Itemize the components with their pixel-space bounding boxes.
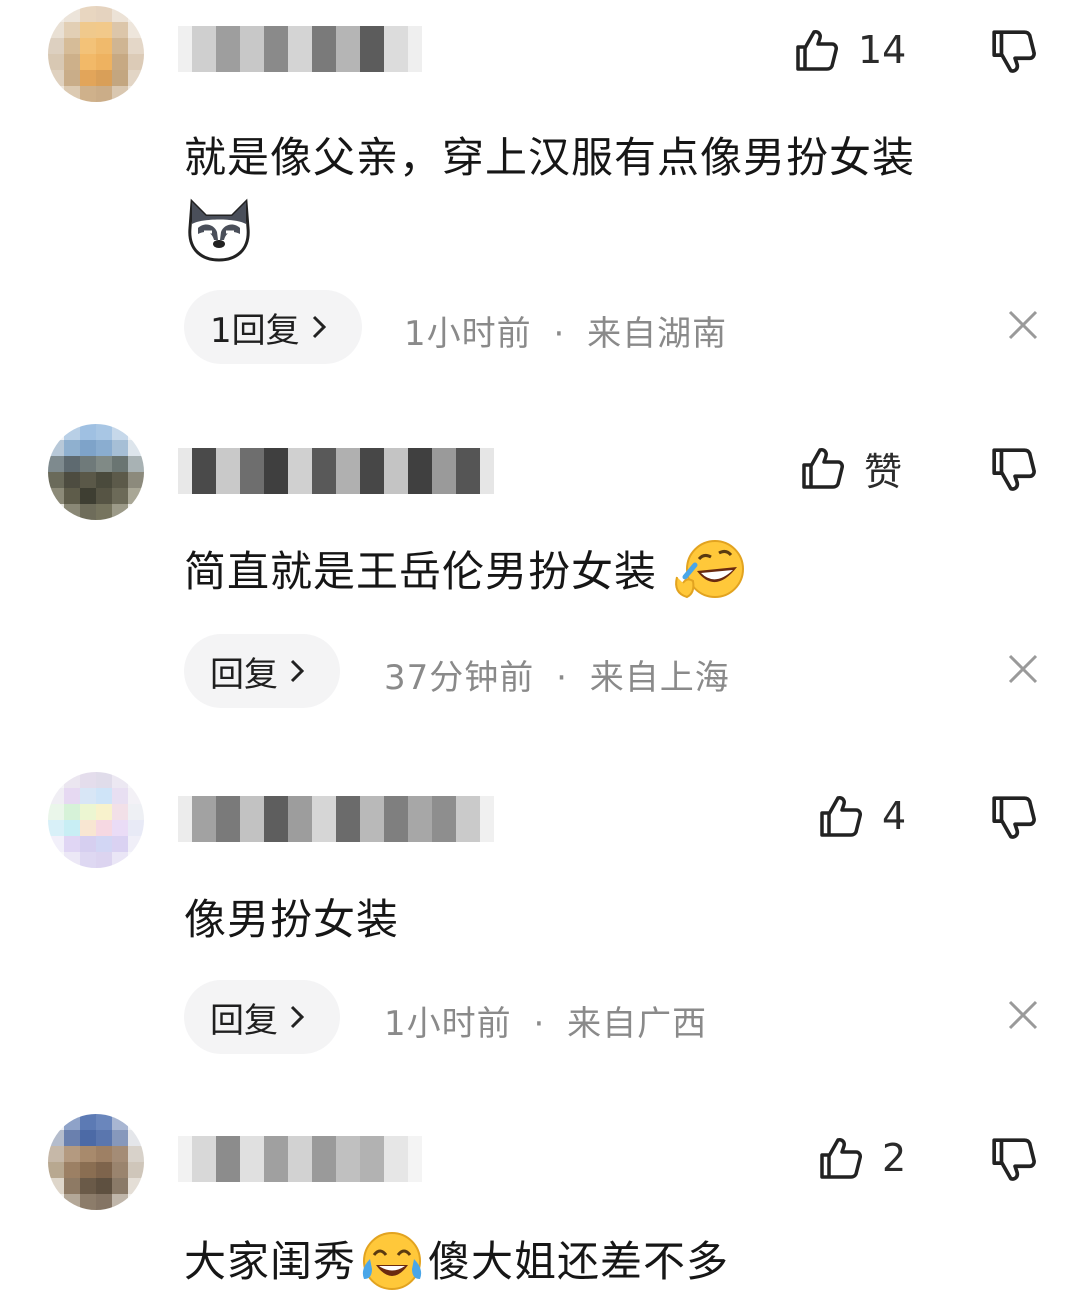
location: 来自湖南 — [587, 314, 728, 354]
comment-meta: 1小时前 · 来自广西 — [384, 996, 707, 1045]
reply-label: 回复 — [210, 1000, 278, 1041]
thumbs-up-icon — [820, 796, 862, 837]
close-icon[interactable] — [1006, 308, 1040, 342]
location: 来自上海 — [589, 658, 730, 698]
username-blurred[interactable] — [178, 448, 494, 494]
thumbs-up-icon — [796, 30, 838, 71]
comment-meta: 1小时前 · 来自湖南 — [404, 306, 727, 355]
thumbs-down-icon[interactable] — [990, 446, 1038, 494]
rofl-emoji — [675, 539, 745, 598]
timestamp: 37分钟前 — [384, 658, 535, 698]
thumbs-down-icon[interactable] — [990, 28, 1038, 76]
thumbs-down-icon[interactable] — [990, 1136, 1038, 1184]
like-label: 赞 — [864, 449, 903, 494]
like-button[interactable]: 14 — [794, 24, 906, 76]
reply-label: 回复 — [210, 654, 278, 695]
timestamp: 1小时前 — [404, 314, 532, 354]
separator: · — [533, 1004, 546, 1044]
avatar[interactable] — [48, 772, 144, 868]
separator: · — [553, 314, 566, 354]
like-count: 14 — [858, 28, 907, 72]
comment-text: 大家闺秀 傻大姐还差不多 — [184, 1228, 1044, 1296]
comment-text: 就是像父亲，穿上汉服有点像男扮女装 — [184, 124, 1044, 264]
like-count: 2 — [882, 1136, 907, 1180]
like-button[interactable]: 2 — [818, 1132, 906, 1184]
comment-text-content: 简直就是王岳伦男扮女装 — [184, 547, 658, 596]
username-blurred[interactable] — [178, 1136, 422, 1182]
timestamp: 1小时前 — [384, 1004, 512, 1044]
reply-button[interactable]: 1回复 — [184, 290, 362, 364]
comment-text: 像男扮女装 — [184, 886, 1044, 954]
tears-of-joy-emoji — [362, 1231, 422, 1290]
chevron-right-icon — [290, 659, 304, 683]
username-blurred[interactable] — [178, 796, 494, 842]
thumbs-up-icon — [802, 448, 844, 489]
reply-button[interactable]: 回复 — [184, 980, 340, 1054]
avatar[interactable] — [48, 6, 144, 102]
close-icon[interactable] — [1006, 998, 1040, 1032]
chevron-right-icon — [290, 1005, 304, 1029]
comment-text-after: 傻大姐还差不多 — [428, 1237, 730, 1286]
comment-text-before: 大家闺秀 — [184, 1237, 357, 1286]
reply-label: 1回复 — [210, 310, 300, 351]
close-icon[interactable] — [1006, 652, 1040, 686]
chevron-right-icon — [312, 315, 326, 339]
thumbs-up-icon — [820, 1138, 862, 1179]
reply-button[interactable]: 回复 — [184, 634, 340, 708]
avatar[interactable] — [48, 424, 144, 520]
comment-text: 简直就是王岳伦男扮女装 — [184, 538, 1044, 606]
thumbs-down-icon[interactable] — [990, 794, 1038, 842]
comment-text-content: 就是像父亲，穿上汉服有点像男扮女装 — [184, 133, 916, 182]
username-blurred[interactable] — [178, 26, 422, 72]
location: 来自广西 — [567, 1004, 708, 1044]
like-button[interactable]: 赞 — [800, 442, 902, 494]
comment-meta: 37分钟前 · 来自上海 — [384, 650, 730, 699]
like-button[interactable]: 4 — [818, 790, 906, 842]
like-count: 4 — [882, 794, 907, 838]
separator: · — [556, 658, 568, 698]
avatar[interactable] — [48, 1114, 144, 1210]
comment-text-content: 像男扮女装 — [184, 895, 400, 944]
husky-emoji — [188, 198, 250, 262]
